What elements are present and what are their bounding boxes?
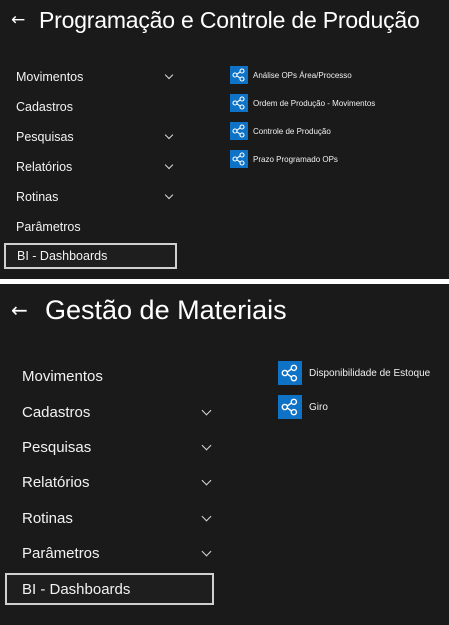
chevron-down-icon <box>201 546 212 557</box>
panel-header: ← Programação e Controle de Produção <box>0 6 449 34</box>
menu-item-label: Relatórios <box>16 160 73 174</box>
dashboard-tile-label: Prazo Programado OPs <box>253 154 338 164</box>
menu-item-label: Rotinas <box>22 509 73 527</box>
chevron-down-icon <box>164 70 174 80</box>
dashboard-tile-label: Disponibilidade de Estoque <box>309 367 431 379</box>
menu-item-movimentos[interactable]: Movimentos <box>0 359 215 393</box>
chevron-down-icon <box>164 160 174 170</box>
chevron-down-icon <box>164 130 174 140</box>
menu-item-label: Cadastros <box>16 100 73 114</box>
menu-item-parametros[interactable]: Parâmetros <box>0 536 215 570</box>
panel-programacao-producao: ← Programação e Controle de Produção Mov… <box>0 0 449 279</box>
menu-item-label: Cadastros <box>22 403 91 421</box>
menu-item-label: BI - Dashboards <box>17 249 108 263</box>
dashboard-tile[interactable]: Análise OPs Área/Processo <box>230 66 352 84</box>
dashboard-tile[interactable]: Prazo Programado OPs <box>230 150 338 168</box>
dashboard-tile-label: Ordem de Produção - Movimentos <box>253 98 376 108</box>
back-arrow-icon[interactable]: ← <box>11 10 39 30</box>
dashboard-share-icon <box>230 94 248 112</box>
page-title: Gestão de Materiais <box>45 294 287 325</box>
dashboard-share-icon <box>230 150 248 168</box>
menu-item-rotinas[interactable]: Rotinas <box>0 501 215 535</box>
menu-item-label: Parâmetros <box>16 220 81 234</box>
menu-item-pesquisas[interactable]: Pesquisas <box>0 125 176 149</box>
dashboard-tile-label: Análise OPs Área/Processo <box>253 70 352 80</box>
dashboard-tile-label: Giro <box>309 401 328 413</box>
chevron-down-icon <box>164 190 174 200</box>
dashboard-tile-label: Controle de Produção <box>253 126 331 136</box>
dashboard-share-icon <box>278 395 302 419</box>
menu-item-label: Movimentos <box>16 70 84 84</box>
chevron-down-icon <box>201 475 212 486</box>
menu-item-label: Parâmetros <box>22 544 100 562</box>
menu-item-cadastros[interactable]: Cadastros <box>0 95 176 119</box>
menu-item-pesquisas[interactable]: Pesquisas <box>0 430 215 464</box>
menu-item-bi-dashboards[interactable]: BI - Dashboards <box>4 243 177 269</box>
dashboard-share-icon <box>230 66 248 84</box>
menu-item-bi-dashboards[interactable]: BI - Dashboards <box>5 573 214 605</box>
menu-item-rotinas[interactable]: Rotinas <box>0 185 176 209</box>
dashboard-share-icon <box>230 122 248 140</box>
chevron-down-icon <box>201 405 212 416</box>
menu-item-movimentos[interactable]: Movimentos <box>0 65 176 89</box>
menu-item-relatorios[interactable]: Relatórios <box>0 155 176 179</box>
panel-header: ← Gestão de Materiais <box>0 292 449 328</box>
dashboard-tile[interactable]: Giro <box>278 395 328 419</box>
chevron-down-icon <box>201 440 212 451</box>
menu-item-label: Relatórios <box>22 473 90 491</box>
menu-item-label: Pesquisas <box>16 130 74 144</box>
dashboard-tile[interactable]: Ordem de Produção - Movimentos <box>230 94 375 112</box>
menu-item-cadastros[interactable]: Cadastros <box>0 395 215 429</box>
menu-item-label: Movimentos <box>22 367 103 385</box>
menu-item-label: Rotinas <box>16 190 59 204</box>
panel-gestao-materiais: ← Gestão de Materiais Movimentos Cadastr… <box>0 284 449 625</box>
dashboard-tile[interactable]: Controle de Produção <box>230 122 331 140</box>
dashboard-share-icon <box>278 361 302 385</box>
back-arrow-icon[interactable]: ← <box>11 298 45 322</box>
page-title: Programação e Controle de Produção <box>39 6 420 33</box>
menu-item-label: BI - Dashboards <box>22 580 131 598</box>
dashboard-tile[interactable]: Disponibilidade de Estoque <box>278 361 430 385</box>
menu-item-relatorios[interactable]: Relatórios <box>0 465 215 499</box>
menu-item-label: Pesquisas <box>22 438 92 456</box>
chevron-down-icon <box>201 511 212 522</box>
menu-item-parametros[interactable]: Parâmetros <box>0 215 176 239</box>
